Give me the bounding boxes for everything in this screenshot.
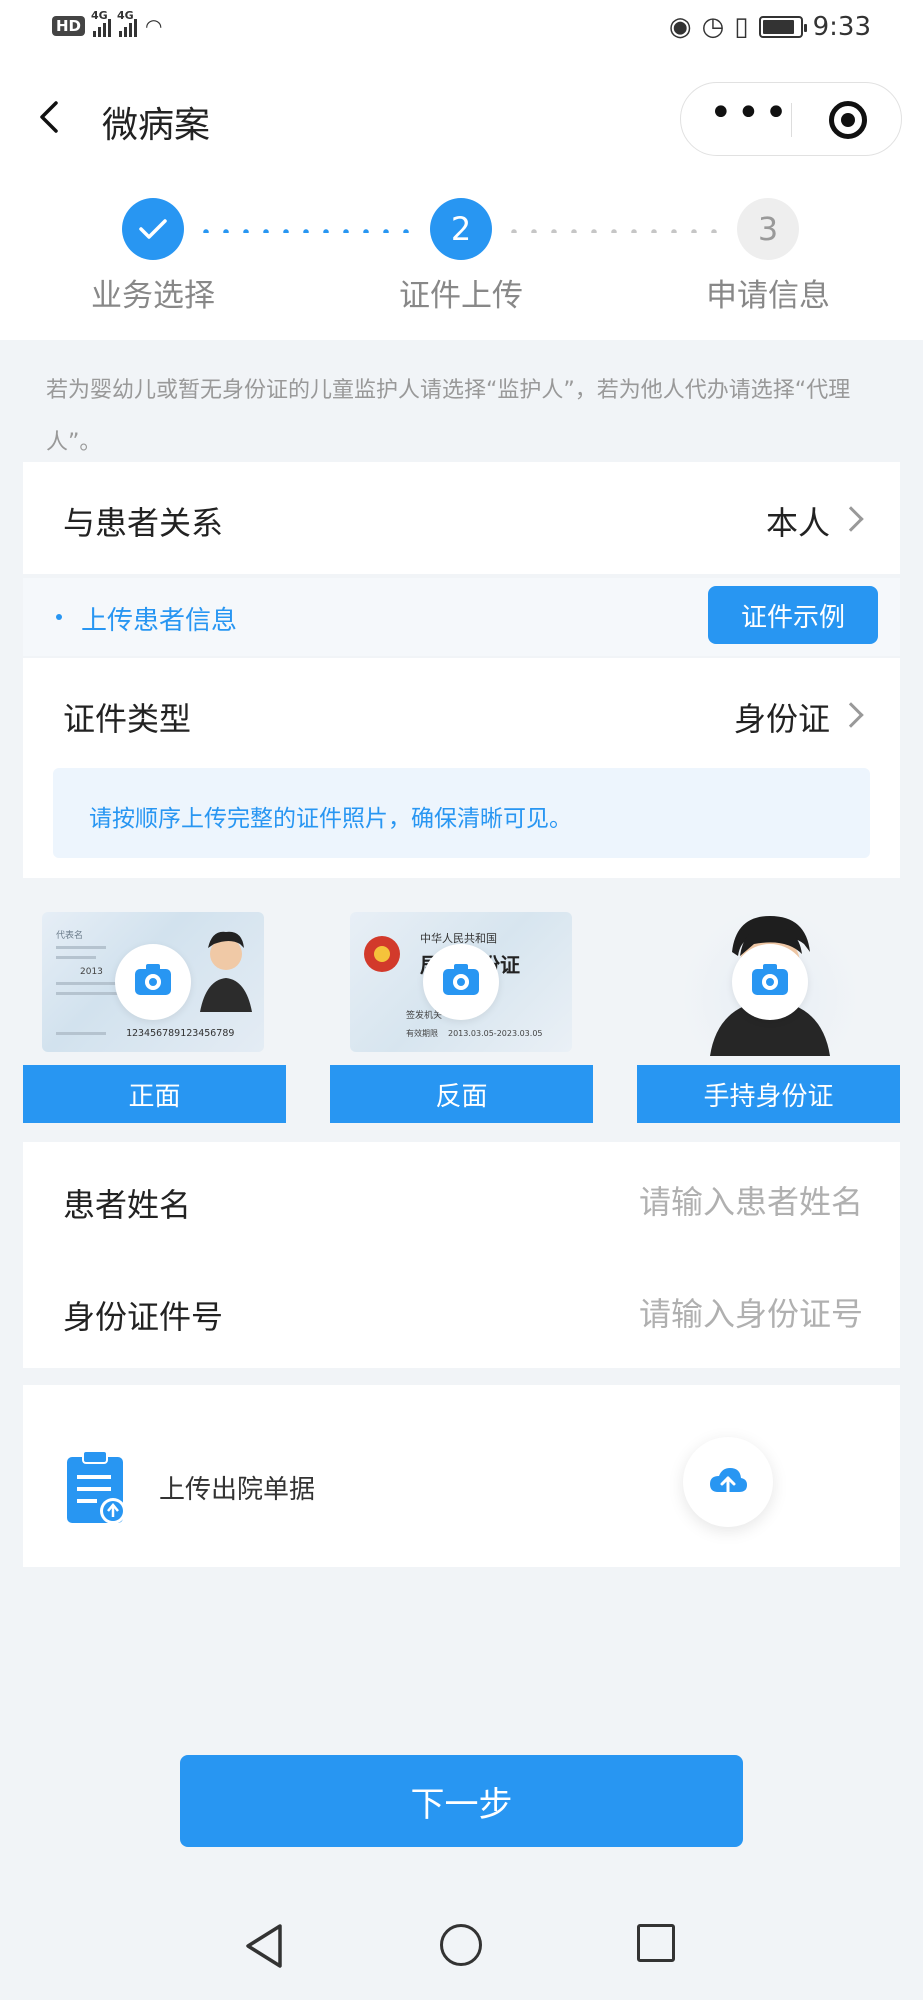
upload-back-button[interactable]: 反面 [330,1065,593,1123]
step-1-check-icon [122,198,184,260]
chevron-right-icon[interactable] [838,702,864,728]
step-1-label: 业务选择 [91,278,215,314]
status-bar: HD 4G 4G ◠ ◉ ◷ ▯ 9:33 [0,0,923,62]
status-time: 9:33 [812,12,871,42]
discharge-upload-card[interactable]: 上传出院单据 [23,1385,900,1567]
id-front-photo[interactable]: 代表名 2013 123456789123456789 [42,912,264,1052]
nav-back-icon[interactable] [242,1922,286,1970]
relation-label: 与患者关系 [63,504,224,542]
upload-section-header: 上传患者信息 证件示例 [23,578,900,656]
nav-header: 微病案 ••• [0,62,923,174]
step-connector-2 [504,229,726,233]
status-right: ◉ ◷ ▯ 9:33 [669,12,871,42]
system-nav-bar [0,1900,923,2000]
close-target-icon[interactable] [829,101,867,139]
upload-hold-id-button[interactable]: 手持身份证 [637,1065,900,1123]
step-2-label: 证件上传 [399,278,523,314]
progress-steps: 2 3 业务选择 证件上传 申请信息 [0,174,923,340]
patient-name-input[interactable] [483,1172,863,1232]
patient-name-row: 患者姓名 [63,1172,863,1232]
guardian-notice: 若为婴幼儿或暂无身份证的儿童监护人请选择“监护人”，若为他人代办请选择“代理人”… [46,378,851,455]
camera-icon[interactable] [115,944,191,1020]
camera-icon[interactable] [423,944,499,1020]
svg-text:2013.03.05-2023.03.05: 2013.03.05-2023.03.05 [448,1029,543,1038]
bullet-dot [56,614,62,620]
hold-id-photo[interactable] [680,908,860,1056]
alarm-icon: ◷ [701,12,725,42]
wifi-icon: ◠ [145,14,163,38]
cloud-upload-button[interactable] [683,1437,773,1527]
patient-name-label: 患者姓名 [63,1186,192,1224]
svg-text:2013: 2013 [80,967,103,977]
upload-tip-text: 请按顺序上传完整的证件照片，确保清晰可见。 [89,806,572,832]
eye-icon: ◉ [668,12,692,42]
svg-text:代表名: 代表名 [56,929,83,941]
nav-recent-icon[interactable] [637,1924,675,1962]
camera-icon[interactable] [732,944,808,1020]
signal-icon: 4G [91,9,112,37]
step-2-number: 2 [430,198,492,260]
id-type-card: 证件类型 身份证 请按顺序上传完整的证件照片，确保清晰可见。 [23,658,900,878]
id-number-row: 身份证件号 [63,1284,863,1344]
upload-tip-box: 请按顺序上传完整的证件照片，确保清晰可见。 [53,768,870,858]
vibrate-icon: ▯ [734,12,749,42]
battery-icon [758,16,807,38]
clipboard-upload-icon [67,1450,126,1524]
svg-text:有效期限: 有效期限 [406,1028,438,1038]
step-3-number: 3 [737,198,799,260]
cloud-upload-icon [710,1468,747,1494]
more-dots-icon[interactable]: ••• [709,93,789,133]
mini-program-capsule: ••• [680,82,902,156]
id-type-label: 证件类型 [63,700,192,738]
hd-badge: HD [52,16,86,36]
id-number-input[interactable] [483,1284,863,1344]
back-arrow-icon[interactable] [30,97,70,137]
svg-text:中华人民共和国: 中华人民共和国 [420,931,497,945]
page-title: 微病案 [102,105,211,146]
upload-section-label: 上传患者信息 [81,606,238,636]
next-step-button[interactable]: 下一步 [180,1755,743,1847]
nav-home-icon[interactable] [440,1924,482,1966]
step-connector-1 [196,229,418,233]
status-left: HD 4G 4G ◠ [52,9,163,38]
chevron-right-icon [838,506,864,532]
step-3-label: 申请信息 [706,278,830,314]
id-example-button[interactable]: 证件示例 [708,586,878,644]
id-type-value[interactable]: 身份证 [734,694,830,740]
relation-value: 本人 [765,504,830,542]
patient-info-form: 患者姓名 身份证件号 [23,1142,900,1368]
capsule-divider [791,103,792,137]
upload-front-button[interactable]: 正面 [23,1065,286,1123]
svg-text:123456789123456789: 123456789123456789 [126,1028,234,1039]
discharge-upload-label: 上传出院单据 [159,1475,316,1505]
relation-row[interactable]: 与患者关系 本人 [23,462,900,574]
id-number-label: 身份证件号 [63,1298,224,1336]
signal-icon-2: 4G [117,9,138,37]
id-back-photo[interactable]: 中华人民共和国 居民身份证 签发机关 有效期限 2013.03.05-2023.… [350,912,572,1052]
